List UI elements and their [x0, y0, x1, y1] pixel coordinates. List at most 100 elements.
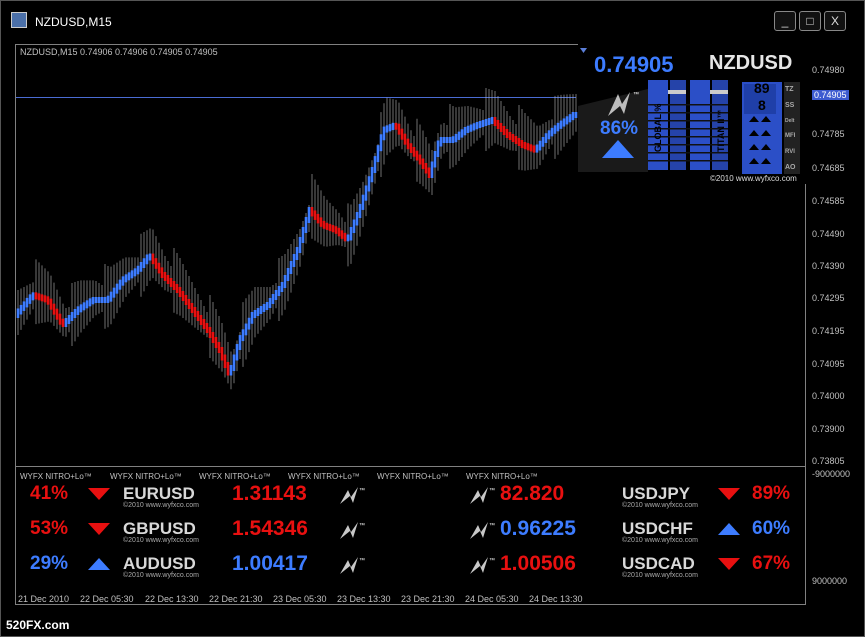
- candle-body: [187, 299, 191, 309]
- candle-body: [175, 284, 179, 293]
- candle-body: [397, 123, 401, 135]
- candle-body: [319, 217, 323, 227]
- candle-body: [190, 303, 194, 313]
- candle-body: [448, 137, 452, 143]
- candle-body: [31, 292, 35, 301]
- nitro-label: WYFX NITRO+Lo™: [466, 472, 538, 481]
- row-copyright: ©2010 www.wyfxco.com: [622, 537, 698, 544]
- candle-body: [268, 298, 272, 308]
- candle-body: [103, 297, 107, 303]
- candle-body: [334, 226, 338, 234]
- candle-body: [22, 301, 26, 311]
- candle-body: [73, 309, 77, 318]
- candle-body: [364, 185, 368, 201]
- candle-body: [484, 119, 488, 126]
- watermark: 520FX.com: [6, 618, 70, 632]
- nitro-label: WYFX NITRO+Lo™: [20, 472, 92, 481]
- price-level-label: 0.74585: [812, 196, 845, 206]
- candle-body: [58, 313, 62, 325]
- candle-body: [316, 213, 320, 224]
- pct-usdcad: 67%: [752, 553, 791, 574]
- candle-body: [544, 133, 548, 143]
- nitro-label: WYFX NITRO+Lo™: [110, 472, 182, 481]
- candle-body: [295, 247, 299, 260]
- candle-body: [352, 219, 356, 233]
- candle-body: [169, 278, 173, 287]
- candle-body: [133, 268, 137, 277]
- candle-body: [52, 303, 56, 315]
- candle-body: [475, 122, 479, 130]
- candle-body: [79, 304, 83, 313]
- candle-body: [430, 161, 434, 178]
- price-level-label: 0.74390: [812, 261, 845, 271]
- candle-body: [541, 137, 545, 147]
- candle-body: [505, 129, 509, 138]
- candle-body: [466, 125, 470, 133]
- price-usdjpy: 82.820: [500, 482, 565, 505]
- candle-body: [37, 293, 41, 301]
- candle-body: [232, 354, 236, 371]
- candle-body: [436, 140, 440, 157]
- time-label: 22 Dec 13:30: [145, 594, 199, 604]
- candle-body: [556, 122, 560, 132]
- candle-body: [139, 262, 143, 272]
- candle-body: [184, 295, 188, 305]
- time-label: 22 Dec 05:30: [80, 594, 134, 604]
- candle-body: [211, 332, 215, 343]
- candle-body: [280, 282, 284, 292]
- box-top-value: 89: [754, 80, 770, 96]
- candle-body: [202, 319, 206, 329]
- candle-body: [403, 133, 407, 145]
- row-copyright: ©2010 www.wyfxco.com: [123, 572, 199, 579]
- candle-body: [76, 306, 80, 315]
- symbol-gbpusd: GBPUSD: [123, 519, 196, 538]
- pct-usdchf: 60%: [752, 518, 791, 539]
- candle-body: [43, 295, 47, 303]
- candle-body: [100, 297, 104, 303]
- titan-label: TITAN II™: [716, 110, 726, 152]
- candle-body: [439, 137, 443, 147]
- symbol-usdjpy: USDJPY: [622, 484, 691, 503]
- time-label: 23 Dec 05:30: [273, 594, 327, 604]
- candle-body: [418, 154, 422, 165]
- candle-body: [442, 137, 446, 143]
- candle-body: [16, 308, 20, 318]
- candle-body: [424, 163, 428, 174]
- candle-body: [472, 123, 476, 131]
- candle-body: [502, 126, 506, 135]
- global-label: GLOBAL %: [653, 104, 663, 152]
- indicator-tz: TZ: [785, 86, 794, 93]
- candle-body: [508, 132, 512, 140]
- candle-body: [325, 222, 329, 230]
- candle-body: [346, 234, 350, 242]
- candle-body: [259, 306, 263, 314]
- candle-body: [277, 286, 281, 296]
- price-level-label: 0.74295: [812, 293, 845, 303]
- candle-body: [262, 304, 266, 312]
- indicator-rvi: RVI: [785, 149, 795, 155]
- candle-body: [40, 294, 44, 302]
- candle-body: [394, 122, 398, 130]
- candle-body: [565, 116, 569, 125]
- price-axis: 0.74980 0.74905 0.74785 0.74685 0.74585 0.744…: [806, 44, 864, 605]
- candle-body: [112, 287, 116, 298]
- candle-body: [304, 217, 308, 233]
- panel-copyright: ©2010 www.wyfxco.com: [710, 174, 797, 183]
- candle-body: [574, 112, 578, 118]
- candle-body: [64, 318, 68, 327]
- candle-body: [451, 136, 455, 143]
- candle-body: [265, 302, 269, 310]
- candle-body: [97, 297, 101, 303]
- candle-body: [547, 130, 551, 140]
- candle-body: [238, 335, 242, 350]
- candle-body: [292, 254, 296, 267]
- candle-body: [553, 125, 557, 134]
- indicator-ss: SS: [785, 102, 795, 109]
- candle-body: [514, 136, 518, 144]
- candle-body: [196, 311, 200, 321]
- candle-body: [301, 227, 305, 243]
- candle-body: [310, 207, 314, 217]
- candle-body: [487, 118, 491, 125]
- candle-body: [286, 268, 290, 281]
- candle-body: [274, 290, 278, 300]
